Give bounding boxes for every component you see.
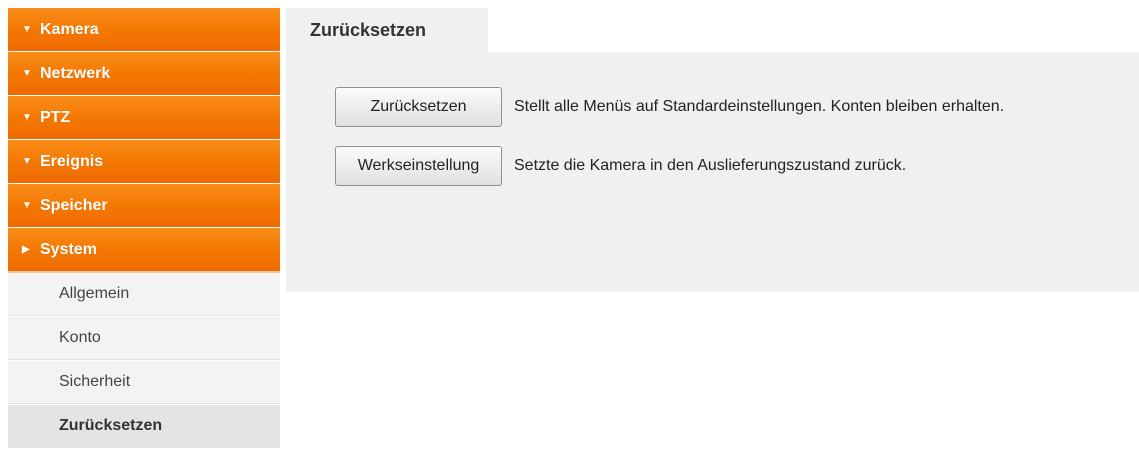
sidebar-item-label: Sicherheit <box>59 373 131 390</box>
menu-speicher[interactable]: ▼ Speicher <box>8 184 280 227</box>
tab-zuruecksetzen: Zurücksetzen <box>286 8 488 52</box>
reset-button[interactable]: Zurücksetzen <box>335 87 502 127</box>
factory-row: Werkseinstellung Setzte die Kamera in de… <box>335 146 906 186</box>
sidebar-item-sicherheit[interactable]: Sicherheit <box>8 361 280 404</box>
menu-kamera[interactable]: ▼ Kamera <box>8 8 280 51</box>
tab-title: Zurücksetzen <box>310 19 427 40</box>
reset-row: Zurücksetzen Stellt alle Menüs auf Stand… <box>335 87 1004 127</box>
sidebar-item-konto[interactable]: Konto <box>8 317 280 360</box>
caret-down-icon: ▼ <box>22 200 32 211</box>
menu-ereignis[interactable]: ▼ Ereignis <box>8 140 280 183</box>
settings-panel: Zurücksetzen Stellt alle Menüs auf Stand… <box>286 52 1139 292</box>
sidebar-item-allgemein[interactable]: Allgemein <box>8 273 280 316</box>
sidebar-item-label: Zurücksetzen <box>59 417 163 434</box>
caret-down-icon: ▼ <box>22 112 32 123</box>
menu-label: System <box>40 240 97 258</box>
menu-netzwerk[interactable]: ▼ Netzwerk <box>8 52 280 95</box>
sidebar-item-label: Konto <box>59 329 101 346</box>
caret-down-icon: ▼ <box>22 156 32 167</box>
sidebar: ▼ Kamera ▼ Netzwerk ▼ PTZ ▼ Ereignis ▼ S… <box>8 8 280 449</box>
caret-down-icon: ▼ <box>22 24 32 35</box>
menu-label: Kamera <box>40 20 99 38</box>
factory-reset-description: Setzte die Kamera in den Auslieferungszu… <box>514 157 907 174</box>
menu-system[interactable]: ▶ System <box>8 228 280 273</box>
caret-right-icon: ▶ <box>22 244 30 255</box>
sidebar-item-zuruecksetzen[interactable]: Zurücksetzen <box>8 405 280 448</box>
sidebar-item-label: Allgemein <box>59 285 130 302</box>
caret-down-icon: ▼ <box>22 68 32 79</box>
menu-ptz[interactable]: ▼ PTZ <box>8 96 280 139</box>
reset-description: Stellt alle Menüs auf Standardeinstellun… <box>514 98 1005 115</box>
menu-label: Ereignis <box>40 152 104 170</box>
menu-label: PTZ <box>40 108 71 126</box>
factory-reset-button[interactable]: Werkseinstellung <box>335 146 502 186</box>
menu-label: Speicher <box>40 196 108 214</box>
menu-label: Netzwerk <box>40 64 111 82</box>
